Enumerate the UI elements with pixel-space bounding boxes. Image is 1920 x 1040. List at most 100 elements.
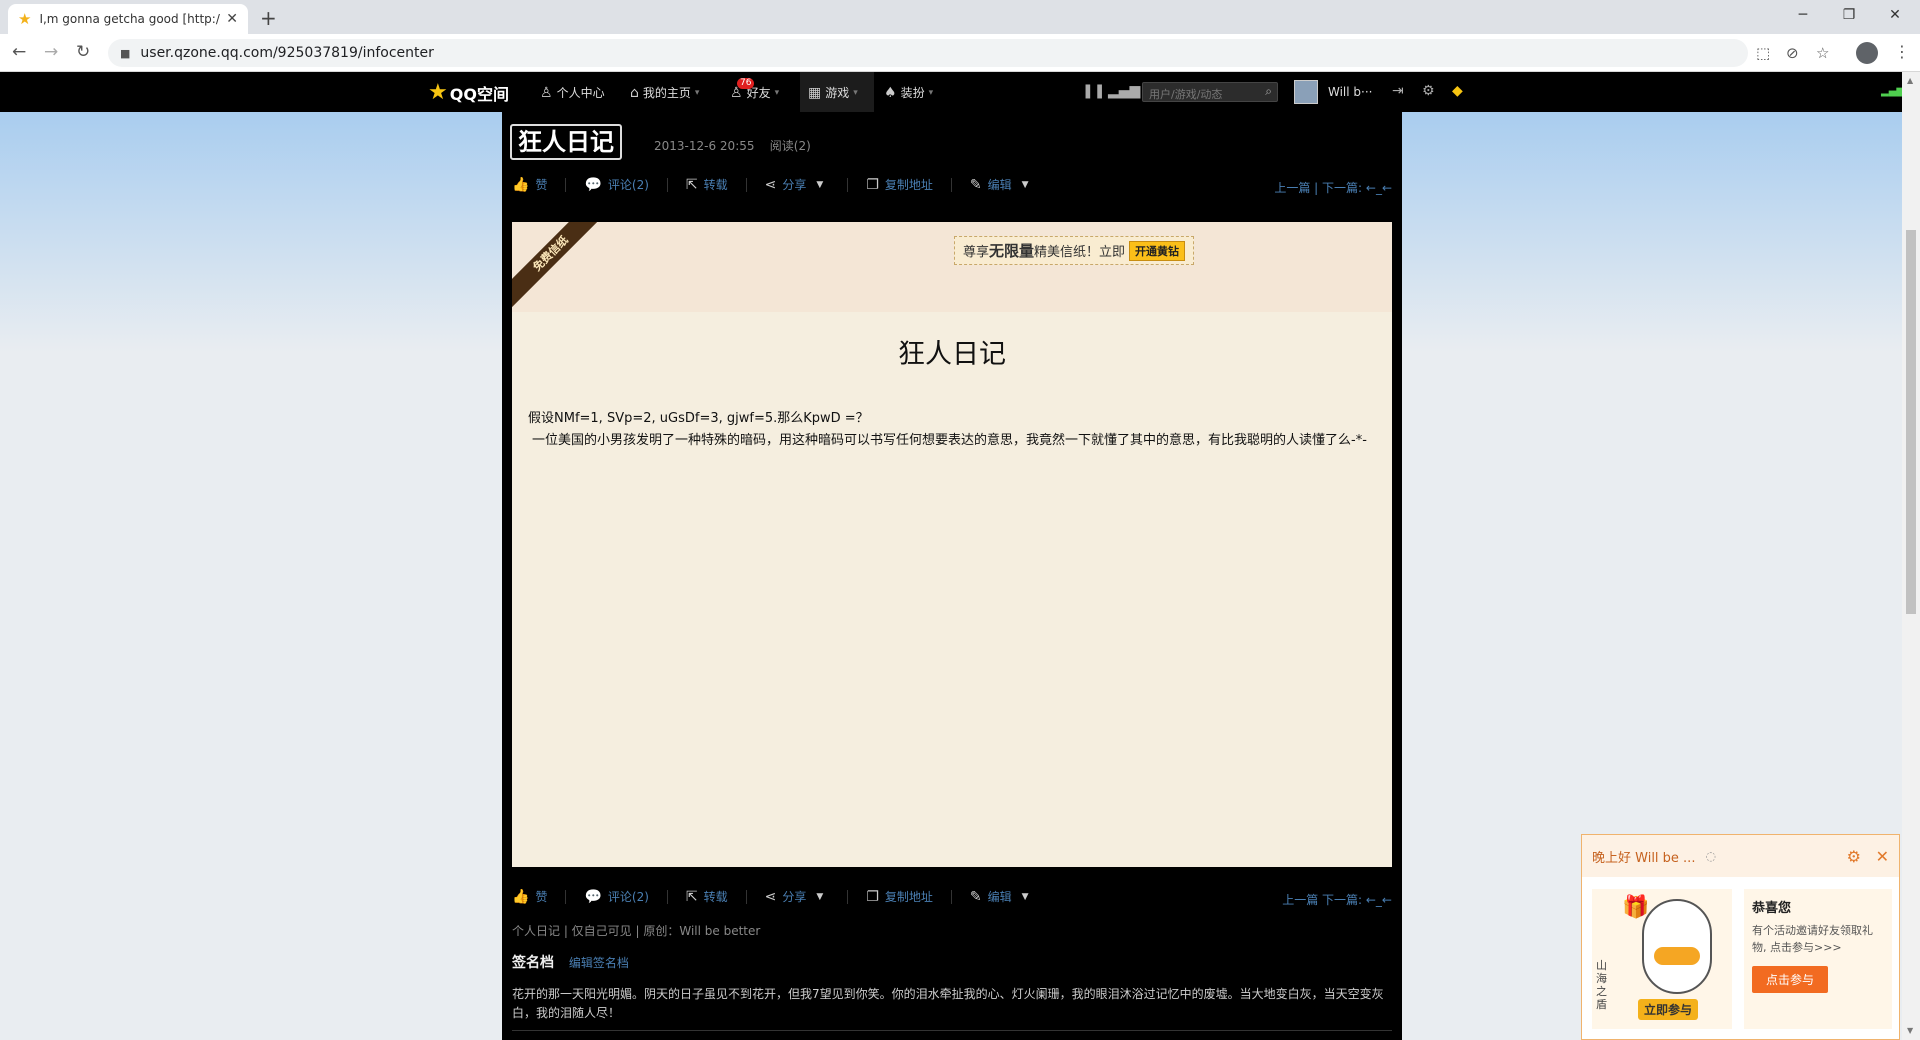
edit-button[interactable]: ✎ 编辑 ▼ (970, 176, 1035, 193)
caret-icon: ▾ (928, 87, 934, 98)
repost-button[interactable]: ⇱ 转载 (686, 176, 728, 193)
grid-icon: ▦ (808, 84, 822, 101)
share-button[interactable]: ⋖ 分享 ▼ (765, 888, 830, 905)
hide-eye-icon[interactable]: ◌ (1705, 849, 1715, 863)
close-window-button[interactable]: ✕ (1872, 0, 1918, 30)
bookmark-star-icon[interactable]: ☆ (1816, 44, 1829, 62)
ribbon-text: 免费信纸 (512, 222, 602, 312)
tab-title: I,m gonna getcha good [http:// (39, 12, 221, 26)
comment-button[interactable]: 💬 评论(2) (584, 176, 648, 193)
like-button[interactable]: 👍 赞 (512, 888, 547, 905)
minimize-button[interactable]: ─ (1780, 0, 1826, 30)
bars-icon[interactable]: ▂▄▆ (1108, 83, 1140, 99)
search-icon[interactable]: ⌕ (1265, 84, 1272, 99)
person-icon: ♙ (540, 84, 553, 101)
browser-menu-icon[interactable]: ⋮ (1894, 42, 1910, 61)
blocked-icon[interactable]: ⊘ (1786, 44, 1799, 62)
prev-next-top[interactable]: 上一篇 | 下一篇: ←_← (1274, 179, 1392, 196)
free-paper-ribbon: 免费信纸 (512, 222, 602, 312)
qzone-logo[interactable]: ★ QQ空间 (428, 80, 509, 105)
body-line: 一位美国的小男孩发明了一种特殊的暗码，用这种暗码可以书写任何想要表达的意思，我竟… (532, 433, 1367, 448)
diamond-icon[interactable]: ◆ (1452, 83, 1463, 99)
page-scrollbar[interactable]: ▲ ▼ (1902, 72, 1920, 1040)
nav-personal-center[interactable]: ♙ 个人中心 (540, 84, 605, 101)
copy-icon: ❐ (866, 176, 879, 193)
join-button[interactable]: 点击参与 (1752, 966, 1829, 993)
promo-text: 精美信纸！立即 (1034, 245, 1126, 260)
open-vip-button[interactable]: 开通黄钻 (1129, 240, 1186, 261)
action-bar-top: 👍 赞 💬 评论(2) ⇱ 转载 ⋖ 分享 ▼ ❐ 复制地址 ✎ 编辑 ▼ (512, 176, 1053, 193)
username[interactable]: Will b··· (1328, 85, 1372, 99)
art-side-text: 山海之盾 (1596, 959, 1607, 1011)
letter-paper: 免费信纸 尊享 无限量 精美信纸！立即 开通黄钻 狂人日记 假设NMf=1, SVp… (512, 222, 1392, 867)
settings-gear-icon[interactable]: ⚙ (1422, 83, 1435, 99)
browser-tab[interactable]: ★ I,m gonna getcha good [http:// ✕ (8, 4, 248, 34)
vip-promo[interactable]: 尊享 无限量 精美信纸！立即 开通黄钻 (954, 236, 1195, 265)
back-icon[interactable]: ← (12, 42, 26, 62)
comment-button[interactable]: 💬 评论(2) (584, 888, 648, 905)
share-label: 分享 (782, 178, 807, 192)
diary-body: 假设NMf=1, SVp=2, uGsDf=3, gjwf=5.那么KpwD =… (528, 408, 1378, 452)
divider (950, 177, 952, 192)
extension-icon[interactable]: ⬚ (1756, 44, 1770, 62)
diary-panel: 狂人日记 2013-12-6 20:55 阅读(2) 👍 赞 💬 评论(2) ⇱ 转载… (502, 112, 1402, 1040)
forward-icon[interactable]: → (44, 42, 58, 62)
paper-header (512, 222, 1392, 312)
prev-next-bottom[interactable]: 上一篇 下一篇: ←_← (1282, 891, 1392, 908)
scroll-thumb[interactable] (1906, 230, 1916, 614)
popup-greeting: 晚上好 Will be ... (1592, 850, 1696, 866)
edit-label: 编辑 (987, 178, 1012, 192)
qzone-search-input[interactable]: 用户/游戏/动态 ⌕ (1142, 82, 1278, 102)
scroll-down-icon[interactable]: ▼ (1907, 1026, 1913, 1035)
edit-button[interactable]: ✎ 编辑 ▼ (970, 888, 1035, 905)
reload-icon[interactable]: ↻ (76, 42, 90, 62)
action-bar-bottom: 👍 赞 💬 评论(2) ⇱ 转载 ⋖ 分享 ▼ ❐ 复制地址 ✎ 编辑 ▼ (512, 888, 1053, 905)
thumbs-up-icon: 👍 (512, 888, 530, 905)
caret-icon: ▾ (694, 87, 700, 98)
copy-link-button[interactable]: ❐ 复制地址 (866, 888, 933, 905)
diary-title: 狂人日记 (510, 124, 622, 160)
url-bar[interactable]: ■ user.qzone.qq.com/925037819/infocenter (108, 39, 1748, 67)
divider (847, 889, 849, 904)
new-tab-button[interactable]: + (260, 6, 277, 30)
repost-icon: ⇱ (685, 176, 698, 193)
edit-icon: ✎ (969, 176, 982, 193)
popup-art[interactable]: 🎁 山海之盾 立即参与 (1592, 889, 1732, 1029)
close-tab-icon[interactable]: ✕ (226, 11, 238, 27)
promo-bold: 无限量 (989, 242, 1035, 260)
diary-reads[interactable]: 阅读(2) (770, 139, 811, 153)
divider (565, 889, 567, 904)
nav-games[interactable]: ▦ 游戏 ▾ (808, 84, 858, 101)
popup-header: 晚上好 Will be ... ◌ ⚙ ✕ (1582, 835, 1899, 877)
nav-my-home[interactable]: ⌂ 我的主页 ▾ (630, 84, 699, 101)
copy-icon: ❐ (866, 888, 879, 905)
popup-close-icon[interactable]: ✕ (1876, 847, 1889, 866)
copy-link-button[interactable]: ❐ 复制地址 (866, 176, 933, 193)
profile-avatar-icon[interactable] (1856, 42, 1878, 64)
restore-button[interactable]: ❐ (1826, 0, 1872, 30)
divider (745, 177, 747, 192)
popup-settings-icon[interactable]: ⚙ (1847, 847, 1861, 866)
like-button[interactable]: 👍 赞 (512, 176, 547, 193)
caret-icon: ▾ (774, 87, 780, 98)
share-button[interactable]: ⋖ 分享 ▼ (765, 176, 830, 193)
share-label: 分享 (782, 890, 807, 904)
logout-icon[interactable]: ⇥ (1392, 83, 1404, 99)
join-now-badge[interactable]: 立即参与 (1638, 999, 1699, 1020)
caret-down-icon: ▼ (1021, 179, 1029, 190)
nav-decorate[interactable]: ♠ 装扮 ▾ (884, 84, 933, 101)
repost-button[interactable]: ⇱ 转载 (686, 888, 728, 905)
nav-label: 游戏 (825, 86, 850, 100)
edit-signature-link[interactable]: 编辑签名档 (569, 956, 629, 970)
paper-title: 狂人日记 (898, 339, 1006, 370)
diary-meta: 2013-12-6 20:55 阅读(2) (654, 137, 811, 154)
scroll-up-icon[interactable]: ▲ (1907, 76, 1913, 85)
copy-link-label: 复制地址 (884, 890, 933, 904)
popup-text: 有个活动邀请好友领取礼物, 点击参与>>> (1752, 924, 1873, 954)
pause-icon[interactable]: ❚❚ (1082, 83, 1105, 99)
divider-line (512, 1030, 1392, 1031)
signature-heading: 签名档 编辑签名档 (512, 952, 629, 972)
user-avatar[interactable] (1294, 80, 1318, 104)
divider (950, 889, 952, 904)
like-label: 赞 (535, 178, 548, 192)
